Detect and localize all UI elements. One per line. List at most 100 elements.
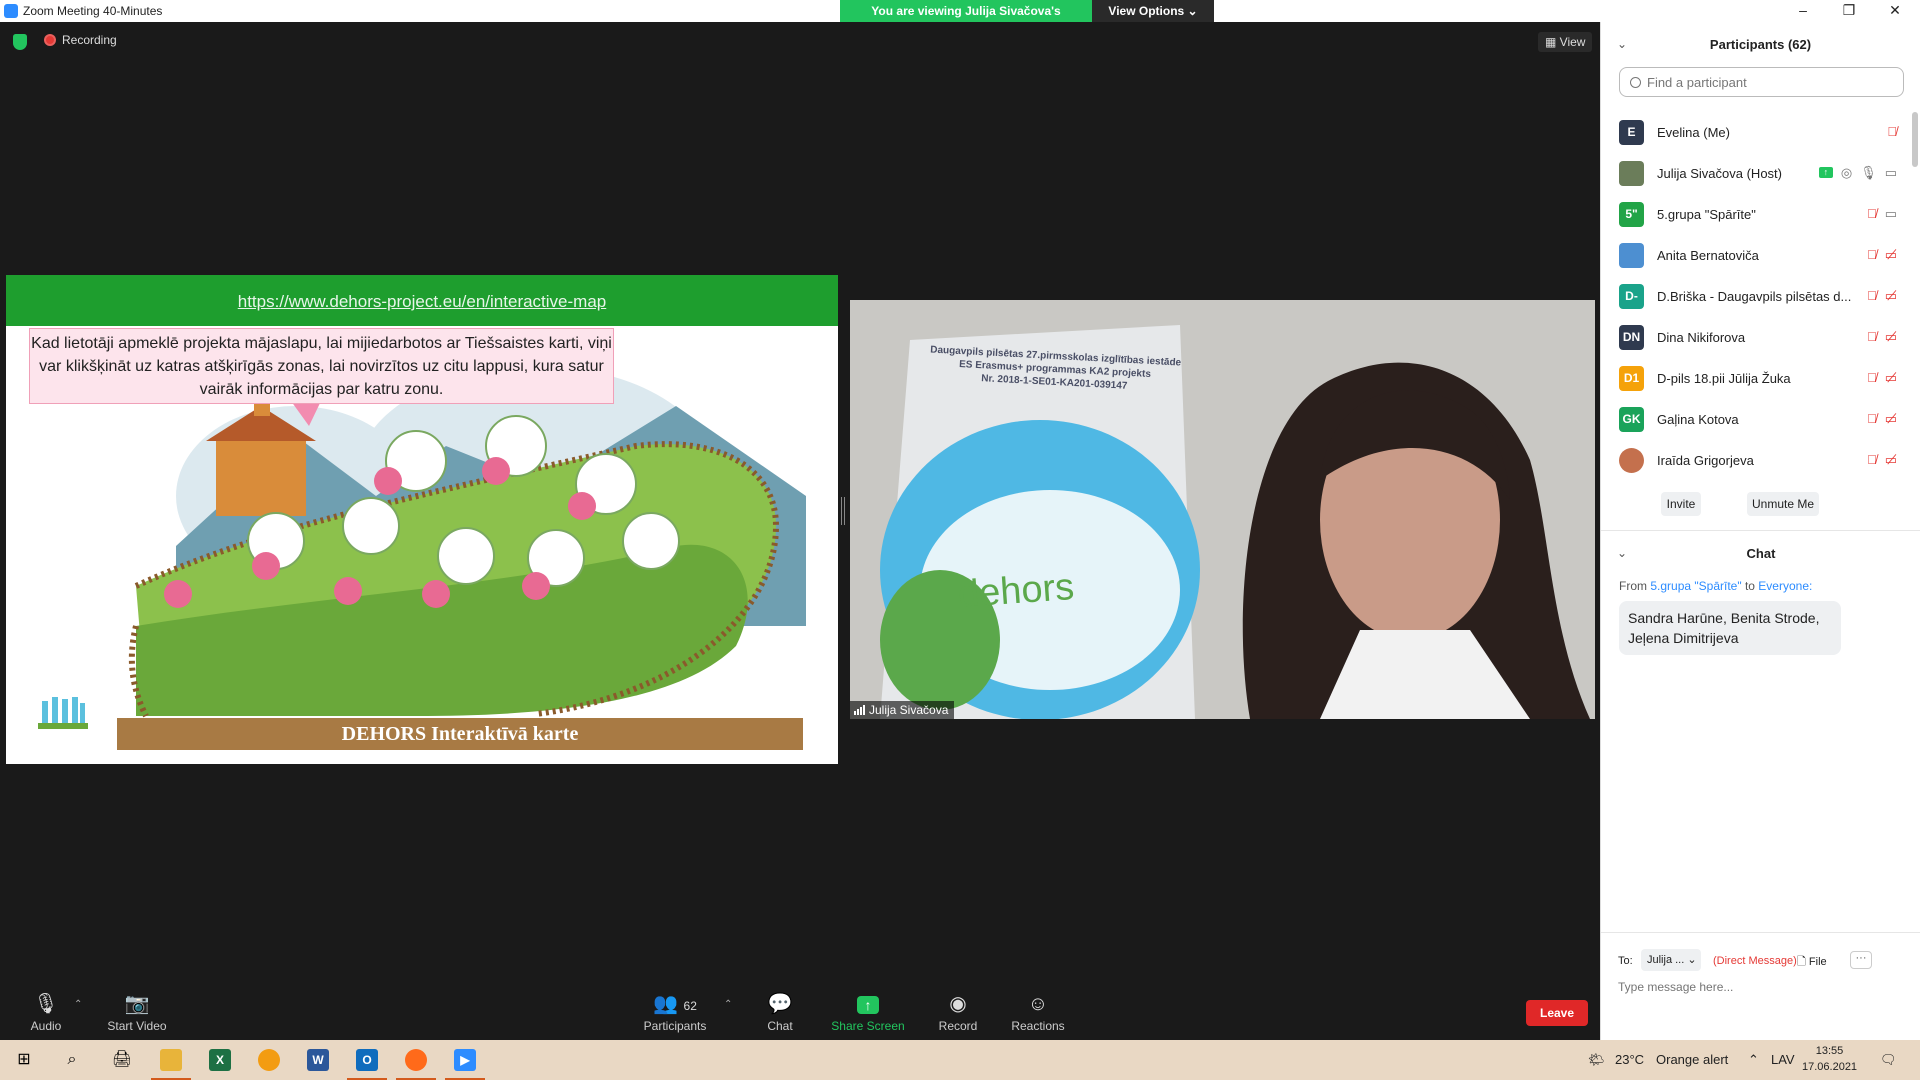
maximize-button[interactable]: ❐ [1826, 0, 1872, 22]
view-options-button[interactable]: View Options ⌄ [1092, 0, 1214, 22]
system-clock[interactable]: 13:55 17.06.2021 [1802, 1043, 1857, 1075]
file-button[interactable]: 🗋 File [1797, 953, 1827, 972]
mic-muted-icon[interactable]: 🎙̸ [1867, 370, 1877, 386]
participant-row[interactable]: Anita Bernatoviča 🎙̸ ▭̸ [1601, 235, 1909, 276]
mic-muted-icon[interactable]: 🎙̸ [1867, 206, 1877, 222]
more-options-button[interactable]: ··· [1850, 951, 1872, 969]
camera-off-icon[interactable]: ▭̸ [1885, 247, 1897, 263]
view-layout-button[interactable]: ▦ View [1538, 32, 1593, 52]
participant-row[interactable]: E Evelina (Me) 🎙̸ [1601, 112, 1909, 153]
avatar [1619, 448, 1644, 473]
url-bar: https://www.dehors-project.eu/en/interac… [6, 275, 838, 326]
file-explorer-icon[interactable] [147, 1040, 195, 1080]
camera-off-icon[interactable]: ▭̸ [1885, 370, 1897, 386]
chat-sender[interactable]: 5.grupa "Spārīte" [1650, 579, 1741, 593]
collapse-participants-chevron-icon[interactable]: ⌄ [1617, 22, 1627, 67]
audio-options-caret-icon[interactable]: ⌃ [74, 999, 82, 1010]
zoom-taskbar-icon[interactable]: ▶ [441, 1040, 489, 1080]
chat-title: Chat [1746, 546, 1776, 561]
audio-label: Audio [30, 1019, 62, 1033]
camera-off-icon[interactable]: ▭̸ [1885, 452, 1897, 468]
avatar: GK [1619, 407, 1644, 432]
participant-row[interactable]: 5" 5.grupa "Spārīte" 🎙̸ ▭ [1601, 194, 1909, 235]
split-divider-handle[interactable] [841, 497, 845, 525]
share-screen-button[interactable]: ↑ Share Screen [830, 985, 906, 1033]
avatar [1619, 161, 1644, 186]
excel-icon[interactable]: X [196, 1040, 244, 1080]
outlook-icon[interactable]: O [343, 1040, 391, 1080]
word-icon[interactable]: W [294, 1040, 342, 1080]
participants-label: Participants [643, 1019, 707, 1033]
mic-muted-icon[interactable]: 🎙̸ [1867, 452, 1877, 468]
mic-on-icon[interactable]: 🎙 [1860, 165, 1877, 181]
microphone-icon: 🎙 [33, 993, 59, 1015]
avatar: E [1619, 120, 1644, 145]
unmute-me-button[interactable]: Unmute Me [1747, 492, 1819, 516]
chat-header: ⌄ Chat [1601, 530, 1920, 575]
recipient-select[interactable]: Julija ... ⌄ [1641, 949, 1701, 971]
notifications-icon[interactable]: 🗨 [1880, 1040, 1897, 1080]
scanner-app-icon[interactable]: 🖨 [98, 1040, 146, 1080]
camera-off-icon[interactable]: ▭̸ [1885, 329, 1897, 345]
mic-muted-icon[interactable]: 🎙̸ [1887, 124, 1897, 139]
avatar: D1 [1619, 366, 1644, 391]
participant-row[interactable]: Iraīda Grigorjeva 🎙̸ ▭̸ [1601, 440, 1909, 481]
weather-alert[interactable]: Orange alert [1656, 1040, 1728, 1080]
participants-button[interactable]: 👥 62 Participants [640, 985, 710, 1033]
chat-message-meta: From 5.grupa "Spārīte" to Everyone: [1619, 579, 1812, 593]
weather-temp[interactable]: 23°C [1615, 1040, 1644, 1080]
participant-name: Anita Bernatoviča [1657, 248, 1759, 263]
invite-button[interactable]: Invite [1661, 492, 1701, 516]
windows-start-icon[interactable]: ⊞ [0, 1040, 48, 1080]
participant-row[interactable]: Julija Sivačova (Host) ↑ ◎ 🎙 ▭ [1601, 153, 1909, 194]
tray-chevron-icon[interactable]: ⌃ [1748, 1040, 1759, 1080]
from-prefix: From [1619, 579, 1647, 593]
participants-options-caret-icon[interactable]: ⌃ [724, 999, 732, 1010]
chat-button[interactable]: 💬 Chat [760, 985, 800, 1033]
participant-search-input[interactable]: Find a participant [1619, 67, 1904, 97]
camera-on-icon[interactable]: ▭ [1885, 206, 1897, 222]
collapse-chat-chevron-icon[interactable]: ⌄ [1617, 531, 1627, 576]
shared-screen: https://www.dehors-project.eu/en/interac… [6, 275, 838, 764]
interactive-map-link[interactable]: https://www.dehors-project.eu/en/interac… [238, 292, 607, 311]
participants-count: 62 [683, 999, 697, 1013]
leave-button[interactable]: Leave [1526, 1000, 1588, 1026]
mic-muted-icon[interactable]: 🎙̸ [1867, 411, 1877, 427]
minimize-button[interactable]: – [1780, 0, 1826, 22]
camera-off-icon[interactable]: ▭̸ [1885, 411, 1897, 427]
direct-message-label: (Direct Message) [1713, 955, 1797, 967]
participant-row[interactable]: D- D.Briška - Daugavpils pilsētas d... 🎙… [1601, 276, 1909, 317]
chat-compose-bar: To: Julija ... ⌄ (Direct Message) 🗋 File… [1601, 932, 1920, 971]
camera-on-icon[interactable]: ▭ [1885, 165, 1897, 181]
start-video-label: Start Video [107, 1019, 167, 1033]
participant-list-scrollbar[interactable] [1912, 112, 1918, 167]
record-button[interactable]: ◉ Record [936, 985, 980, 1033]
participant-name: Julija Sivačova [869, 703, 949, 717]
reactions-icon: ☺ [1027, 993, 1049, 1015]
security-shield-icon[interactable] [13, 34, 27, 50]
clock-date: 17.06.2021 [1802, 1061, 1858, 1073]
participant-name: Evelina (Me) [1657, 125, 1730, 140]
search-icon[interactable]: ⌕ [48, 1040, 96, 1080]
close-button[interactable]: ✕ [1872, 0, 1918, 22]
app-orange-icon[interactable] [245, 1040, 293, 1080]
participant-row[interactable]: D1 D-pils 18.pii Jūlija Žuka 🎙̸ ▭̸ [1601, 358, 1909, 399]
chat-message-input[interactable] [1618, 980, 1898, 994]
record-label: Record [938, 1019, 978, 1033]
mic-muted-icon[interactable]: 🎙̸ [1867, 288, 1877, 304]
camera-off-icon[interactable]: ▭̸ [1885, 288, 1897, 304]
start-video-button[interactable]: 📷 Start Video [102, 985, 172, 1033]
recording-indicator[interactable]: Recording [44, 33, 117, 47]
audio-button[interactable]: 🎙 Audio [26, 985, 66, 1033]
reactions-button[interactable]: ☺ Reactions [1008, 985, 1068, 1033]
participant-list: E Evelina (Me) 🎙̸ Julija Sivačova (Host)… [1601, 112, 1909, 481]
language-indicator[interactable]: LAV [1771, 1040, 1795, 1080]
chat-recipient[interactable]: Everyone: [1758, 579, 1812, 593]
participant-row[interactable]: GK Gaļina Kotova 🎙̸ ▭̸ [1601, 399, 1909, 440]
sharing-screen-icon: ↑ [1818, 167, 1833, 178]
mic-muted-icon[interactable]: 🎙̸ [1867, 247, 1877, 263]
participant-row[interactable]: DN Dina Nikiforova 🎙̸ ▭̸ [1601, 317, 1909, 358]
mic-muted-icon[interactable]: 🎙̸ [1867, 329, 1877, 345]
firefox-icon[interactable] [392, 1040, 440, 1080]
file-label: File [1808, 956, 1827, 968]
